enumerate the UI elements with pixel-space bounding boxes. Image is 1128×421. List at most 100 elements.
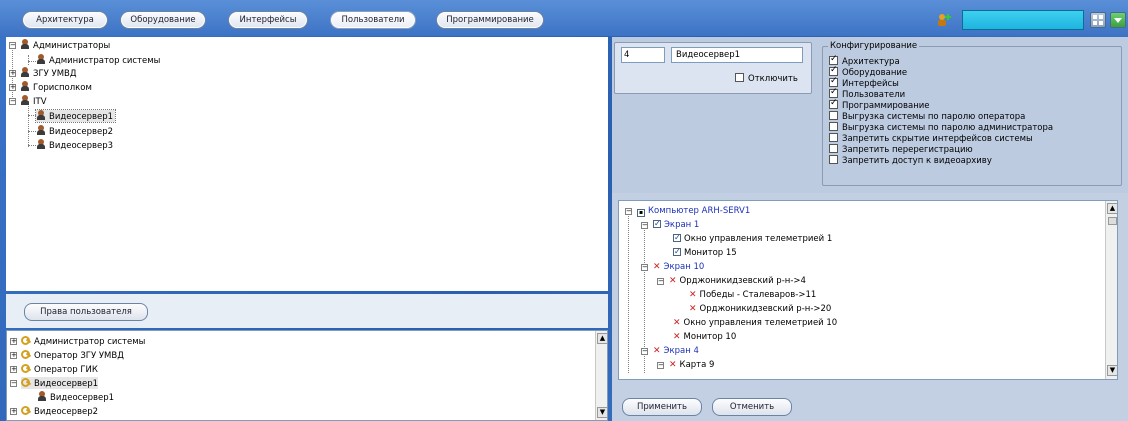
- tree-item-administrators[interactable]: Администраторы: [20, 39, 110, 51]
- expand-toggle[interactable]: −: [657, 278, 664, 285]
- tab-hardware[interactable]: Оборудование: [120, 11, 206, 29]
- tab-interfaces[interactable]: Интерфейсы: [228, 11, 308, 29]
- cross-icon[interactable]: ✕: [673, 318, 681, 328]
- expand-toggle[interactable]: −: [641, 348, 648, 355]
- layout-grid-icon[interactable]: [1090, 12, 1106, 28]
- rights-item-videoserver1[interactable]: Видеосервер1: [21, 377, 99, 389]
- object-screen-10[interactable]: ✕ Экран 10: [653, 261, 704, 273]
- scroll-up-icon[interactable]: ▲: [597, 333, 607, 344]
- checkbox[interactable]: [829, 133, 838, 142]
- user-id-field[interactable]: 4: [621, 47, 665, 63]
- expand-toggle[interactable]: −: [9, 42, 16, 49]
- rights-item-operator-zgu[interactable]: Оператор ЗГУ УМВД: [21, 349, 124, 361]
- user-rights-button[interactable]: Права пользователя: [24, 303, 148, 321]
- expand-toggle[interactable]: +: [10, 338, 17, 345]
- expand-toggle[interactable]: +: [10, 352, 17, 359]
- expand-toggle[interactable]: −: [9, 98, 16, 105]
- object-map-9[interactable]: ✕ Карта 9: [669, 359, 714, 371]
- checkbox[interactable]: [829, 65, 838, 76]
- config-option-architecture[interactable]: Архитектура: [829, 54, 900, 67]
- object-monitor-10[interactable]: ✕ Монитор 10: [673, 331, 736, 343]
- checkbox[interactable]: [829, 111, 838, 120]
- tree-item-system-admin[interactable]: Администратор системы: [36, 54, 160, 66]
- scroll-down-icon[interactable]: ▼: [597, 407, 607, 418]
- checkbox[interactable]: [829, 98, 838, 109]
- user-name-field[interactable]: Видеосервер1: [671, 47, 803, 63]
- disable-checkbox-box[interactable]: [735, 73, 744, 82]
- config-option-hardware[interactable]: Оборудование: [829, 65, 907, 78]
- cross-icon[interactable]: ✕: [669, 360, 677, 370]
- config-option-no-archive[interactable]: Запретить доступ к видеоархиву: [829, 155, 992, 166]
- expand-toggle[interactable]: +: [10, 408, 17, 415]
- cross-icon[interactable]: ✕: [689, 304, 697, 314]
- user-group-icon: [20, 39, 30, 49]
- user-group-icon: [20, 81, 30, 91]
- config-option-unload-operator[interactable]: Выгрузка системы по паролю оператора: [829, 111, 1025, 122]
- tab-users[interactable]: Пользователи: [330, 11, 416, 29]
- cross-icon[interactable]: ✕: [689, 290, 697, 300]
- rights-item-operator-gik[interactable]: Оператор ГИК: [21, 363, 98, 375]
- cross-icon[interactable]: ✕: [673, 332, 681, 342]
- tab-programming[interactable]: Программирование: [436, 11, 544, 29]
- expand-toggle[interactable]: −: [657, 362, 664, 369]
- tree-item-videoserver1[interactable]: Видеосервер1: [34, 109, 117, 123]
- expand-toggle[interactable]: −: [625, 208, 632, 215]
- expand-toggle[interactable]: −: [10, 380, 17, 387]
- rights-item-system-admin[interactable]: Администратор системы: [21, 335, 145, 347]
- scroll-up-icon[interactable]: ▲: [1107, 203, 1117, 214]
- checkbox[interactable]: [829, 155, 838, 164]
- expand-toggle[interactable]: −: [641, 264, 648, 271]
- cross-icon[interactable]: ✕: [653, 262, 661, 272]
- cancel-button[interactable]: Отменить: [712, 398, 792, 416]
- checkbox[interactable]: [829, 54, 838, 65]
- cross-icon[interactable]: ✕: [653, 346, 661, 356]
- tree-item-zgu-umvd[interactable]: ЗГУ УМВД: [20, 67, 77, 79]
- check-icon[interactable]: [673, 232, 681, 244]
- config-option-no-reregister[interactable]: Запретить перерегистрацию: [829, 144, 973, 155]
- user-icon: [36, 139, 46, 149]
- check-icon[interactable]: [673, 246, 681, 258]
- expand-toggle[interactable]: +: [10, 366, 17, 373]
- object-monitor-15[interactable]: Монитор 15: [673, 246, 737, 259]
- object-screen-1[interactable]: Экран 1: [653, 218, 699, 231]
- expand-toggle[interactable]: −: [641, 222, 648, 229]
- apply-button[interactable]: Применить: [622, 398, 702, 416]
- expand-toggle[interactable]: +: [9, 84, 16, 91]
- config-option-interfaces[interactable]: Интерфейсы: [829, 76, 899, 89]
- checkbox[interactable]: [829, 122, 838, 131]
- object-ordzh-4[interactable]: ✕ Орджоникидзевский р-н->4: [669, 275, 806, 287]
- tree-item-itv[interactable]: ITV: [20, 95, 47, 107]
- cross-icon[interactable]: ✕: [669, 276, 677, 286]
- computer-icon: ▪: [637, 209, 645, 217]
- object-pobedy-11[interactable]: ✕ Победы - Сталеваров->11: [689, 289, 816, 301]
- checkbox[interactable]: [829, 144, 838, 153]
- checkbox[interactable]: [829, 87, 838, 98]
- checkbox[interactable]: [829, 76, 838, 87]
- scroll-thumb[interactable]: [1108, 217, 1117, 225]
- tree-item-videoserver3[interactable]: Видеосервер3: [36, 139, 113, 151]
- scroll-down-icon[interactable]: ▼: [1107, 365, 1117, 376]
- object-tree-scrollbar[interactable]: ▲ ▼: [1105, 201, 1117, 379]
- object-screen-4[interactable]: ✕ Экран 4: [653, 345, 699, 357]
- tree-item-videoserver2[interactable]: Видеосервер2: [36, 125, 113, 137]
- user-groups-tree-panel: − Администраторы Администратор системы +…: [6, 37, 608, 291]
- check-icon[interactable]: [653, 218, 661, 230]
- object-computer[interactable]: ▪ Компьютер ARH-SERV1: [637, 205, 750, 217]
- config-option-unload-admin[interactable]: Выгрузка системы по паролю администратор…: [829, 122, 1053, 133]
- tab-architecture[interactable]: Архитектура: [22, 11, 108, 29]
- tree-item-gorispolkom[interactable]: Горисполком: [20, 81, 92, 93]
- dropdown-icon[interactable]: [1110, 12, 1126, 28]
- user-props-box: 4 Видеосервер1 Отключить: [614, 42, 812, 94]
- expand-toggle[interactable]: +: [9, 70, 16, 77]
- config-option-programming[interactable]: Программирование: [829, 98, 930, 111]
- disable-checkbox[interactable]: Отключить: [735, 73, 798, 84]
- add-user-icon[interactable]: [936, 12, 952, 28]
- object-telemetry-1[interactable]: Окно управления телеметрией 1: [673, 232, 832, 245]
- config-option-no-hide-interfaces[interactable]: Запретить скрытие интерфейсов системы: [829, 133, 1033, 144]
- rights-item-videoserver2[interactable]: Видеосервер2: [21, 405, 98, 417]
- rights-subitem-videoserver1[interactable]: Видеосервер1: [37, 391, 114, 403]
- object-telemetry-10[interactable]: ✕ Окно управления телеметрией 10: [673, 317, 837, 329]
- object-ordzh-20[interactable]: ✕ Орджоникидзевский р-н->20: [689, 303, 831, 315]
- rights-scrollbar[interactable]: ▲ ▼: [595, 331, 607, 420]
- config-option-users[interactable]: Пользователи: [829, 87, 905, 100]
